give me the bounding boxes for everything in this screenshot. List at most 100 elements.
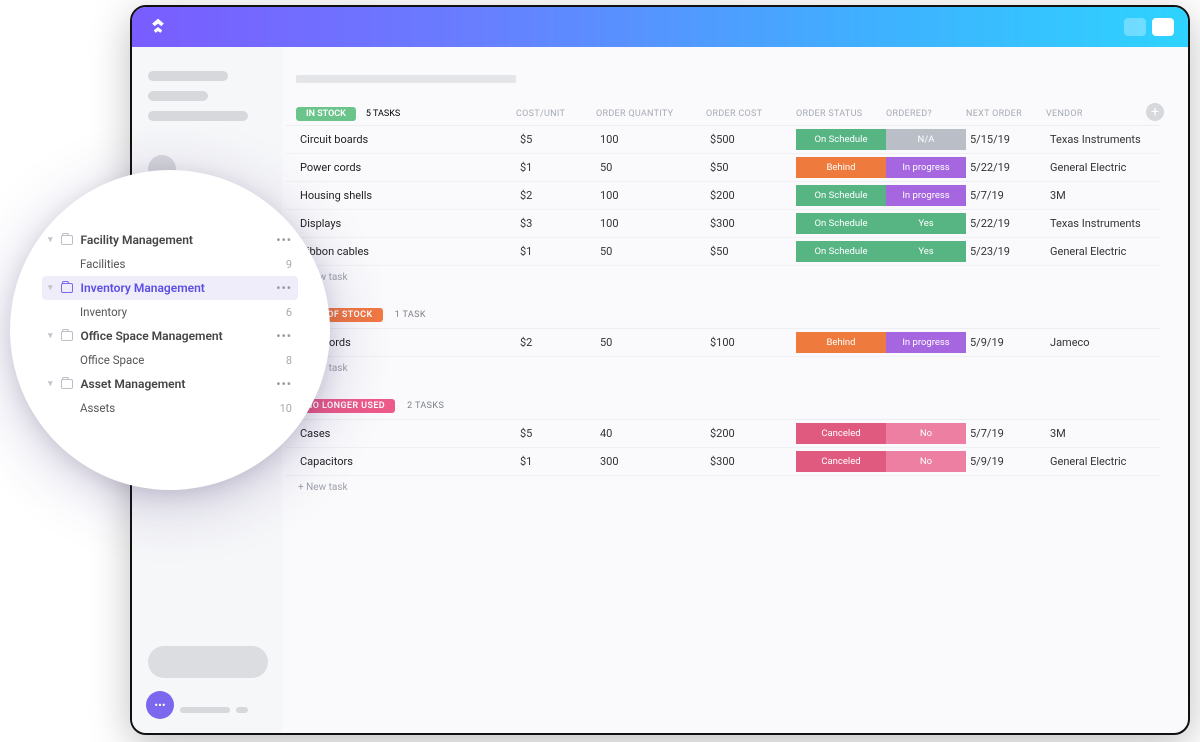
table-row[interactable]: Power cords$150$50BehindIn progress5/22/… bbox=[286, 154, 1160, 182]
table-row[interactable]: Displays$3100$300On ScheduleYes5/22/19Te… bbox=[286, 210, 1160, 238]
cell-ordered: In progress bbox=[886, 157, 966, 179]
column-header[interactable]: ORDERED? bbox=[886, 109, 966, 119]
sidebar-folder[interactable]: ▾ Facility Management ••• bbox=[42, 228, 298, 252]
header-button-1[interactable] bbox=[1124, 18, 1146, 36]
cell-vendor: General Electric bbox=[1046, 156, 1160, 179]
new-task-button[interactable]: + New task bbox=[286, 266, 1160, 283]
folder-menu-icon[interactable]: ••• bbox=[276, 329, 292, 343]
sidebar-skeleton bbox=[148, 111, 248, 121]
cell-name: Power cords bbox=[296, 156, 516, 179]
cell-order-status: Canceled bbox=[796, 451, 886, 473]
table-row[interactable]: Circuit boards$5100$500On ScheduleN/A5/1… bbox=[286, 126, 1160, 154]
sidebar-search-skeleton bbox=[148, 646, 268, 678]
cell-vendor: Jameco bbox=[1046, 331, 1160, 354]
column-header[interactable]: NEXT ORDER bbox=[966, 109, 1046, 119]
chevron-down-icon[interactable]: ▾ bbox=[48, 331, 53, 341]
group-header[interactable]: NO LONGER USED2 TASKS bbox=[286, 396, 1160, 420]
sidebar-folder[interactable]: ▾Asset Management••• bbox=[42, 372, 298, 396]
folder-icon bbox=[61, 235, 73, 245]
header-button-2[interactable] bbox=[1152, 18, 1174, 36]
cell-name: Circuit boards bbox=[296, 128, 516, 151]
cell-vendor: General Electric bbox=[1046, 240, 1160, 263]
cell-ordered: In progress bbox=[886, 332, 966, 354]
new-task-button[interactable]: + New task bbox=[286, 476, 1160, 493]
folder-icon bbox=[61, 283, 73, 293]
table-row[interactable]: Capacitors$1300$300CanceledNo5/9/19Gener… bbox=[286, 448, 1160, 476]
cell-order-status: On Schedule bbox=[796, 213, 886, 235]
cell-order-qty: 300 bbox=[596, 450, 706, 473]
sidebar-list[interactable]: Inventory6 bbox=[42, 300, 298, 324]
column-header[interactable]: ORDER QUANTITY bbox=[596, 109, 706, 119]
cell-order-cost: $50 bbox=[706, 240, 796, 263]
table-row[interactable]: Ribbon cables$150$50On ScheduleYes5/23/1… bbox=[286, 238, 1160, 266]
app-logo-icon[interactable] bbox=[146, 15, 170, 39]
chat-icon[interactable]: ••• bbox=[146, 691, 174, 719]
folder-menu-icon[interactable]: ••• bbox=[276, 281, 292, 295]
cell-order-qty: 40 bbox=[596, 422, 706, 445]
list-label: Assets bbox=[80, 401, 115, 415]
cell-order-qty: 50 bbox=[596, 240, 706, 263]
column-header[interactable]: VENDOR bbox=[1046, 109, 1160, 119]
cell-vendor: 3M bbox=[1046, 184, 1160, 207]
column-header[interactable]: ORDER COST bbox=[706, 109, 796, 119]
sidebar-list[interactable]: Facilities9 bbox=[42, 252, 298, 276]
add-column-icon[interactable]: + bbox=[1146, 103, 1164, 121]
task-group: NO LONGER USED2 TASKSCases$540$200Cancel… bbox=[286, 396, 1160, 493]
cell-next-order: 5/7/19 bbox=[966, 422, 1046, 445]
cell-ordered: Yes bbox=[886, 213, 966, 235]
cell-order-qty: 50 bbox=[596, 156, 706, 179]
cell-name: Housing shells bbox=[296, 184, 516, 207]
chevron-down-icon[interactable]: ▾ bbox=[48, 235, 53, 245]
cell-order-status: On Schedule bbox=[796, 241, 886, 263]
column-header[interactable]: ORDER STATUS bbox=[796, 109, 886, 119]
cell-cost-unit: $1 bbox=[516, 450, 596, 473]
group-header[interactable]: OUT OF STOCK1 TASK bbox=[286, 305, 1160, 329]
cell-vendor: Texas Instruments bbox=[1046, 212, 1160, 235]
cell-order-cost: $100 bbox=[706, 331, 796, 354]
folder-icon bbox=[61, 331, 73, 341]
group-task-count: 5 TASKS bbox=[366, 109, 400, 119]
cell-name: Capacitors bbox=[296, 450, 516, 473]
cell-name: Displays bbox=[296, 212, 516, 235]
sidebar-folder[interactable]: ▾Inventory Management••• bbox=[42, 276, 298, 300]
folder-icon bbox=[61, 379, 73, 389]
cell-order-status: Behind bbox=[796, 157, 886, 179]
folder-menu-icon[interactable]: ••• bbox=[276, 377, 292, 391]
sidebar-folder[interactable]: ▾Office Space Management••• bbox=[42, 324, 298, 348]
folder-label: Facility Management bbox=[81, 233, 193, 247]
list-label: Office Space bbox=[80, 353, 144, 367]
table-row[interactable]: USB cords$250$100BehindIn progress5/9/19… bbox=[286, 329, 1160, 357]
cell-order-cost: $200 bbox=[706, 184, 796, 207]
top-bar bbox=[132, 7, 1188, 47]
cell-next-order: 5/7/19 bbox=[966, 184, 1046, 207]
chevron-down-icon[interactable]: ▾ bbox=[48, 379, 53, 389]
group-task-count: 1 TASK bbox=[395, 310, 426, 320]
table-row[interactable]: Housing shells$2100$200On ScheduleIn pro… bbox=[286, 182, 1160, 210]
cell-next-order: 5/9/19 bbox=[966, 450, 1046, 473]
cell-order-qty: 100 bbox=[596, 128, 706, 151]
cell-order-status: Behind bbox=[796, 332, 886, 354]
sidebar-zoom-lens: ▾Facility Management•••Facilities9▾Inven… bbox=[10, 170, 330, 490]
cell-cost-unit: $1 bbox=[516, 240, 596, 263]
new-task-button[interactable]: + New task bbox=[286, 357, 1160, 374]
task-group: OUT OF STOCK1 TASKUSB cords$250$100Behin… bbox=[286, 305, 1160, 374]
sidebar-list[interactable]: Office Space8 bbox=[42, 348, 298, 372]
sidebar-skeleton bbox=[148, 91, 208, 101]
column-header[interactable]: COST/UNIT bbox=[516, 109, 596, 119]
chevron-down-icon[interactable]: ▾ bbox=[48, 283, 53, 293]
cell-cost-unit: $2 bbox=[516, 184, 596, 207]
cell-order-qty: 50 bbox=[596, 331, 706, 354]
cell-order-cost: $500 bbox=[706, 128, 796, 151]
sidebar-skeleton bbox=[148, 71, 228, 81]
cell-order-status: On Schedule bbox=[796, 129, 886, 151]
cell-next-order: 5/23/19 bbox=[966, 240, 1046, 263]
cell-order-cost: $300 bbox=[706, 450, 796, 473]
sidebar-list[interactable]: Assets10 bbox=[42, 396, 298, 420]
cell-name: Ribbon cables bbox=[296, 240, 516, 263]
folder-menu-icon[interactable]: ••• bbox=[276, 233, 292, 247]
list-count: 9 bbox=[286, 258, 292, 271]
cell-vendor: General Electric bbox=[1046, 450, 1160, 473]
table-row[interactable]: Cases$540$200CanceledNo5/7/193M bbox=[286, 420, 1160, 448]
cell-next-order: 5/9/19 bbox=[966, 331, 1046, 354]
view-tabs-skeleton bbox=[296, 75, 516, 83]
